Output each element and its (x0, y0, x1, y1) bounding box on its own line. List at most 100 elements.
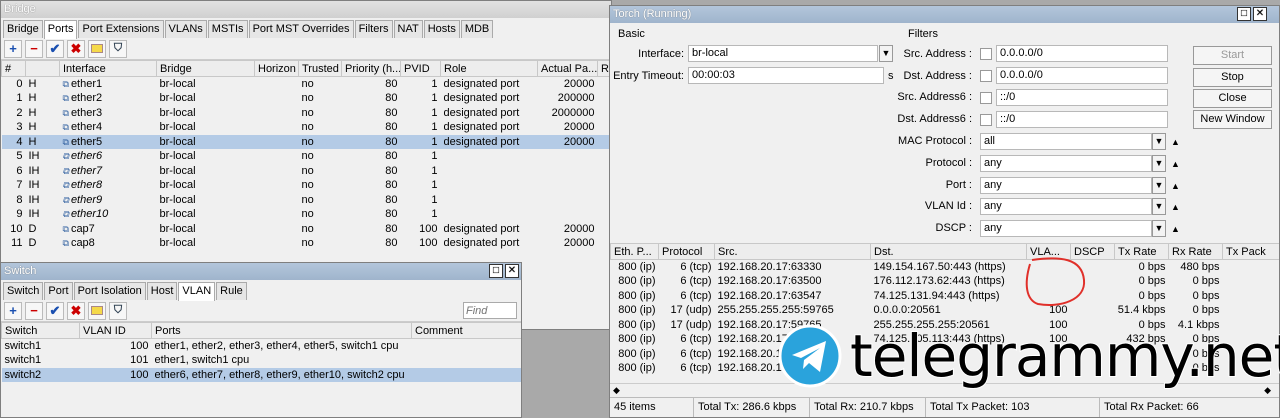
dropdown-arrow-icon[interactable]: ▼ (1152, 198, 1166, 215)
port-field[interactable]: any (980, 177, 1152, 194)
enable-icon[interactable]: ✔ (46, 301, 64, 320)
tab-switch[interactable]: Switch (3, 282, 44, 300)
close-icon[interactable]: ✕ (1253, 7, 1267, 21)
collapse-arrow-icon[interactable]: ▲ (1171, 181, 1180, 191)
dst-address6-field[interactable]: ::/0 (996, 111, 1168, 128)
remove-icon[interactable]: − (25, 301, 43, 320)
scroll-right-icon[interactable]: ◆ (1264, 385, 1271, 396)
column-header[interactable]: Priority (h... (341, 60, 401, 77)
comment-icon[interactable] (88, 39, 106, 58)
dscp-field[interactable]: any (980, 220, 1152, 237)
column-header[interactable]: Tx Pack (1222, 243, 1279, 260)
column-header[interactable]: Switch (1, 322, 80, 339)
tab-port[interactable]: Port (44, 282, 73, 300)
table-row[interactable]: 800 (ip) 6 (tcp) 192.168.20.17:63500 176.11… (611, 274, 1280, 289)
collapse-arrow-icon[interactable]: ▲ (1171, 202, 1180, 212)
maximize-icon[interactable]: □ (489, 264, 503, 278)
column-header[interactable]: Bridge (156, 60, 255, 77)
table-row[interactable]: 3 H ⧉ ether4 br-local no 80 1 designated port 200… (2, 120, 612, 135)
tab-ports[interactable]: Ports (43, 20, 78, 39)
table-row[interactable]: 11 D ⧉ cap8 br-local no 80 100 designated port 20… (2, 236, 612, 251)
table-row[interactable]: 10 D ⧉ cap7 br-local no 80 100 designated port 20… (2, 222, 612, 237)
collapse-arrow-icon[interactable]: ▲ (1171, 159, 1180, 169)
enable-icon[interactable]: ✔ (46, 39, 64, 58)
tab-host[interactable]: Host (146, 282, 178, 300)
interface-field[interactable]: br-local (688, 45, 878, 62)
entry-timeout-field[interactable]: 00:00:03 (688, 67, 884, 84)
remove-icon[interactable]: − (25, 39, 43, 58)
tab-mdb[interactable]: MDB (460, 20, 494, 38)
column-header[interactable] (25, 60, 60, 77)
column-header[interactable]: Comment (411, 322, 521, 339)
column-header[interactable]: Actual Pa... (537, 60, 598, 77)
tab-filters[interactable]: Filters (354, 20, 393, 38)
table-row[interactable]: 6 IH ⧉ ether7 br-local no 80 1 (2, 164, 612, 179)
comment-icon[interactable] (88, 301, 106, 320)
add-icon[interactable]: + (4, 39, 22, 58)
dropdown-arrow-icon[interactable]: ▼ (1152, 177, 1166, 194)
collapse-arrow-icon[interactable]: ▲ (1171, 137, 1180, 147)
table-row[interactable]: 800 (ip) 6 (tcp) 192.168.20.17 0 bps (611, 347, 1280, 362)
dropdown-arrow-icon[interactable]: ▼ (1152, 155, 1166, 172)
column-header[interactable]: Protocol (658, 243, 715, 260)
tab-nat[interactable]: NAT (393, 20, 423, 38)
column-header[interactable]: Src. (714, 243, 871, 260)
dst-address6-not-checkbox[interactable] (980, 114, 992, 126)
find-input[interactable] (463, 302, 517, 319)
close-button[interactable]: Close (1193, 89, 1272, 108)
table-row[interactable]: 800 (ip) 6 (tcp) 192.168.20.17:63330 149.15… (611, 260, 1280, 275)
src-address-not-checkbox[interactable] (980, 48, 992, 60)
maximize-icon[interactable]: □ (1237, 7, 1251, 21)
protocol-field[interactable]: any (980, 155, 1152, 172)
dst-address-field[interactable]: 0.0.0.0/0 (996, 67, 1168, 84)
tab-port-mst-overrides[interactable]: Port MST Overrides (248, 20, 354, 38)
tab-bridge[interactable]: Bridge (3, 20, 43, 38)
add-icon[interactable]: + (4, 301, 22, 320)
close-icon[interactable]: ✕ (505, 264, 519, 278)
collapse-arrow-icon[interactable]: ▲ (1171, 224, 1180, 234)
filter-icon[interactable]: ⛉ (109, 301, 127, 320)
column-header[interactable]: Trusted (298, 60, 342, 77)
table-row[interactable]: 4 H ⧉ ether5 br-local no 80 1 designated port 200… (1, 134, 611, 149)
table-row[interactable]: 800 (ip) 6 (tcp) 192.168.20.17:63547 74.125… (611, 289, 1280, 304)
tab-port-extensions[interactable]: Port Extensions (78, 20, 164, 38)
table-row[interactable]: switch2 100 ether6, ether7, ether8, ether9… (1, 367, 521, 382)
table-row[interactable]: switch1 100 ether1, ether2, ether3, ether4… (2, 339, 522, 354)
tab-vlans[interactable]: VLANs (164, 20, 207, 38)
filter-icon[interactable]: ⛉ (109, 39, 127, 58)
tab-hosts[interactable]: Hosts (423, 20, 460, 38)
mac-protocol-field[interactable]: all (980, 133, 1152, 150)
dropdown-arrow-icon[interactable]: ▼ (1152, 133, 1166, 150)
column-header[interactable]: # (1, 60, 26, 77)
table-row[interactable]: 800 (ip) 17 (udp) 192.168.20.17:59765 255.2… (611, 318, 1280, 333)
table-row[interactable]: 800 (ip) 17 (udp) 255.255.255.255:59765 0.0… (611, 303, 1280, 318)
column-header[interactable]: Ports (151, 322, 412, 339)
table-row[interactable]: 7 IH ⧉ ether8 br-local no 80 1 (2, 178, 612, 193)
src-address6-field[interactable]: ::/0 (996, 89, 1168, 106)
table-row[interactable]: 1 H ⧉ ether2 br-local no 80 1 designated port 200… (2, 91, 612, 106)
tab-rule[interactable]: Rule (216, 282, 247, 300)
column-header[interactable]: Rx Rate (1168, 243, 1223, 260)
horizontal-scrollbar[interactable]: ◆ ◆ (610, 383, 1279, 397)
start-button[interactable]: Start (1193, 46, 1272, 65)
new-window-button[interactable]: New Window (1193, 110, 1272, 129)
vlan-id-field[interactable]: any (980, 198, 1152, 215)
column-header[interactable]: VLAN ID (79, 322, 152, 339)
table-row[interactable]: 8 IH ⧉ ether9 br-local no 80 1 (2, 193, 612, 208)
tab-mstis[interactable]: MSTIs (207, 20, 248, 38)
disable-icon[interactable]: ✖ (67, 301, 85, 320)
column-header[interactable]: Tx Rate (1114, 243, 1169, 260)
table-row[interactable]: 800 (ip) 6 (tcp) 192.168.20.17 74.125.105.1… (611, 332, 1280, 347)
column-header[interactable]: Dst. (870, 243, 1027, 260)
stop-button[interactable]: Stop (1193, 68, 1272, 87)
scroll-left-icon[interactable]: ◆ (613, 385, 620, 396)
column-header[interactable]: Horizon (254, 60, 299, 77)
table-row[interactable]: 9 IH ⧉ ether10 br-local no 80 1 (2, 207, 612, 222)
column-header[interactable]: PVID (400, 60, 441, 77)
disable-icon[interactable]: ✖ (67, 39, 85, 58)
dst-address-not-checkbox[interactable] (980, 70, 992, 82)
column-header[interactable]: Role (440, 60, 538, 77)
table-row[interactable]: 800 (ip) 6 (tcp) 192.168.20.17 0 bps (611, 361, 1280, 376)
table-row[interactable]: 5 IH ⧉ ether6 br-local no 80 1 (2, 149, 612, 164)
tab-port-isolation[interactable]: Port Isolation (73, 282, 146, 300)
